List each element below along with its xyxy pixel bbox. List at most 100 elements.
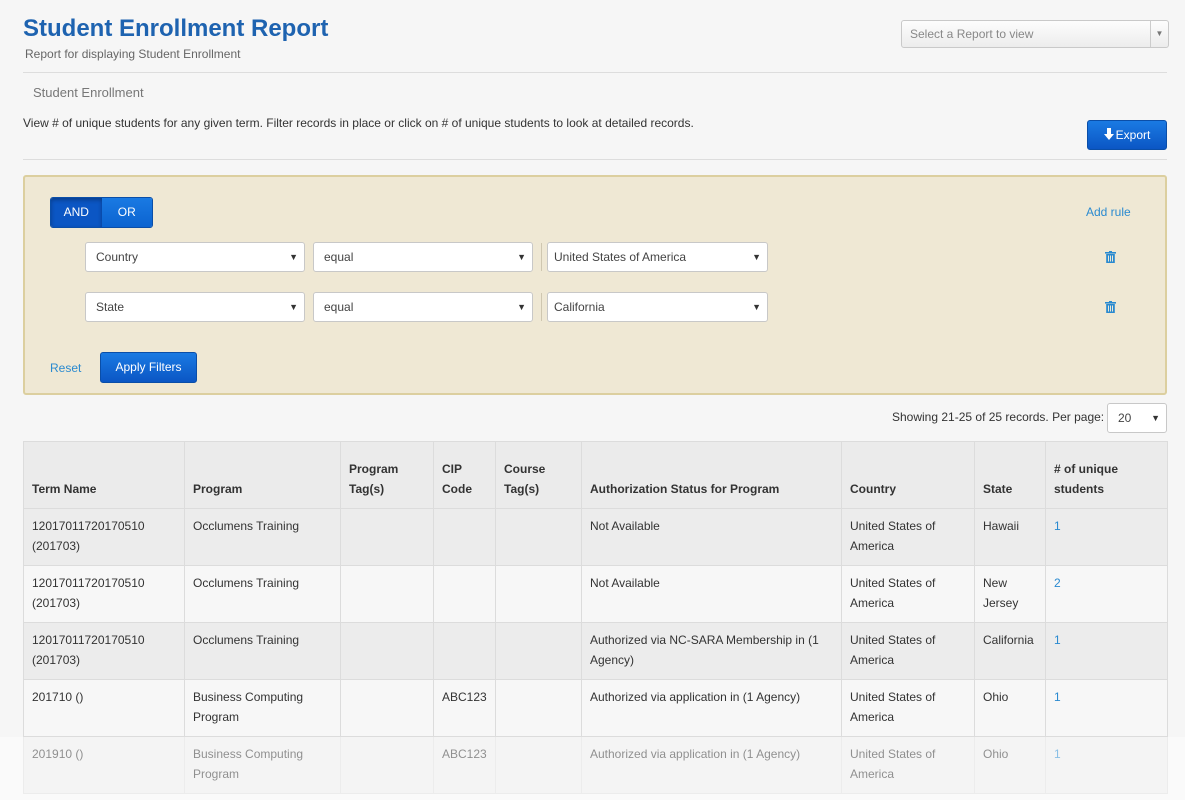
enrollment-table: Term Name Program Program Tag(s) CIP Cod…: [23, 441, 1168, 794]
term-cell: 201910 (): [23, 736, 185, 794]
per-page-select[interactable]: 20 ▼: [1107, 403, 1167, 433]
course-tags-cell: [495, 565, 582, 623]
rule-value-value: United States of America: [554, 250, 687, 264]
country-cell: United States of America: [841, 622, 975, 680]
program-cell: Occlumens Training: [184, 508, 341, 566]
cip-cell: [433, 622, 496, 680]
rule-operator-value: equal: [324, 250, 354, 264]
unique-students-link[interactable]: 2: [1054, 576, 1061, 590]
term-cell: 12017011720170510 (201703): [23, 622, 185, 680]
auth-status-cell: Not Available: [581, 565, 842, 623]
report-select-placeholder: Select a Report to view: [910, 27, 1034, 41]
divider: [23, 72, 1167, 73]
column-header[interactable]: State: [974, 441, 1046, 509]
apply-filters-button[interactable]: Apply Filters: [100, 352, 197, 383]
dropdown-arrow-icon: ▼: [752, 302, 761, 312]
report-select[interactable]: Select a Report to view ▼: [901, 20, 1169, 48]
state-cell: New Jersey: [974, 565, 1046, 623]
chevron-down-icon: ▼: [1150, 21, 1168, 47]
table-row: 12017011720170510 (201703) Occlumens Tra…: [23, 622, 1168, 680]
unique-students-cell: 1: [1045, 679, 1168, 737]
table-row: 12017011720170510 (201703) Occlumens Tra…: [23, 565, 1168, 623]
column-header[interactable]: Program Tag(s): [340, 441, 434, 509]
state-cell: Ohio: [974, 736, 1046, 794]
export-label: Export: [1115, 128, 1151, 142]
rule-field-value: Country: [96, 250, 139, 264]
program-cell: Business Computing Program: [184, 736, 341, 794]
unique-students-cell: 1: [1045, 622, 1168, 680]
program-cell: Occlumens Training: [184, 565, 341, 623]
rule-operator-select[interactable]: equal ▼: [313, 242, 533, 272]
rule-value-select[interactable]: United States of America ▼: [547, 242, 768, 272]
unique-students-cell: 1: [1045, 508, 1168, 566]
rule-field-select[interactable]: State ▼: [85, 292, 305, 322]
table-row: 201910 () Business Computing Program ABC…: [23, 736, 1168, 794]
auth-status-cell: Authorized via application in (1 Agency): [581, 679, 842, 737]
column-header[interactable]: Program: [184, 441, 341, 509]
term-cell: 12017011720170510 (201703): [23, 508, 185, 566]
course-tags-cell: [495, 508, 582, 566]
auth-status-cell: Authorized via application in (1 Agency): [581, 736, 842, 794]
column-header[interactable]: # of unique students: [1045, 441, 1168, 509]
dropdown-arrow-icon: ▼: [289, 252, 298, 262]
trash-icon[interactable]: [1105, 301, 1116, 313]
rule-field-select[interactable]: Country ▼: [85, 242, 305, 272]
table-row: 201710 () Business Computing Program ABC…: [23, 679, 1168, 737]
state-cell: Hawaii: [974, 508, 1046, 566]
column-header[interactable]: Country: [841, 441, 975, 509]
rule-value-value: California: [554, 300, 605, 314]
per-page-value: 20: [1118, 411, 1132, 425]
page-subtitle: Report for displaying Student Enrollment: [25, 47, 241, 61]
cip-cell: [433, 565, 496, 623]
unique-students-cell: 2: [1045, 565, 1168, 623]
section-description: View # of unique students for any given …: [23, 116, 694, 130]
program-tags-cell: [340, 679, 434, 737]
condition-toggle: AND OR: [50, 197, 153, 228]
column-header[interactable]: Course Tag(s): [495, 441, 582, 509]
course-tags-cell: [495, 736, 582, 794]
dropdown-arrow-icon: ▼: [517, 252, 526, 262]
unique-students-link[interactable]: 1: [1054, 690, 1061, 704]
dropdown-arrow-icon: ▼: [517, 302, 526, 312]
term-cell: 201710 (): [23, 679, 185, 737]
state-cell: California: [974, 622, 1046, 680]
rule-value-select[interactable]: California ▼: [547, 292, 768, 322]
add-rule-link[interactable]: Add rule: [1086, 205, 1131, 219]
unique-students-link[interactable]: 1: [1054, 747, 1061, 761]
download-arrow-icon: [1103, 128, 1114, 140]
cip-cell: ABC123: [433, 736, 496, 794]
program-tags-cell: [340, 736, 434, 794]
and-button[interactable]: AND: [51, 198, 102, 227]
export-button[interactable]: Export: [1087, 120, 1167, 150]
section-title: Student Enrollment: [33, 85, 144, 100]
column-header[interactable]: CIP Code: [433, 441, 496, 509]
divider: [23, 159, 1167, 160]
dropdown-arrow-icon: ▼: [1151, 413, 1160, 423]
page-title: Student Enrollment Report: [23, 15, 329, 42]
auth-status-cell: Authorized via NC-SARA Membership in (1 …: [581, 622, 842, 680]
unique-students-link[interactable]: 1: [1054, 633, 1061, 647]
rule-separator: [541, 293, 542, 321]
cip-cell: [433, 508, 496, 566]
trash-icon[interactable]: [1105, 251, 1116, 263]
rule-operator-value: equal: [324, 300, 354, 314]
program-tags-cell: [340, 565, 434, 623]
or-button[interactable]: OR: [101, 198, 152, 227]
report-page: Student Enrollment Report Report for dis…: [0, 0, 1185, 800]
table-row: 12017011720170510 (201703) Occlumens Tra…: [23, 508, 1168, 566]
unique-students-link[interactable]: 1: [1054, 519, 1061, 533]
filter-panel: AND OR Add rule Country ▼ equal ▼ United…: [23, 175, 1167, 395]
rule-separator: [541, 243, 542, 271]
auth-status-cell: Not Available: [581, 508, 842, 566]
column-header[interactable]: Term Name: [23, 441, 185, 509]
program-tags-cell: [340, 508, 434, 566]
unique-students-cell: 1: [1045, 736, 1168, 794]
country-cell: United States of America: [841, 736, 975, 794]
program-cell: Occlumens Training: [184, 622, 341, 680]
rule-operator-select[interactable]: equal ▼: [313, 292, 533, 322]
cip-cell: ABC123: [433, 679, 496, 737]
records-summary: Showing 21-25 of 25 records. Per page:: [892, 410, 1105, 424]
reset-link[interactable]: Reset: [50, 361, 81, 375]
column-header[interactable]: Authorization Status for Program: [581, 441, 842, 509]
dropdown-arrow-icon: ▼: [289, 302, 298, 312]
